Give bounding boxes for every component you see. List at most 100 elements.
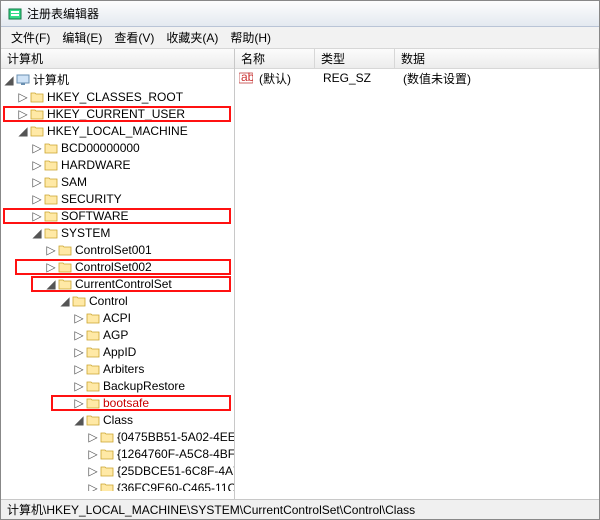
tree-item[interactable]: ▷ AGP xyxy=(3,326,234,343)
tree-item-label: AGP xyxy=(103,328,128,342)
tree-item[interactable]: ▷ SECURITY xyxy=(3,190,234,207)
expander-icon[interactable]: ◢ xyxy=(17,125,29,137)
tree-item-label: {1264760F-A5C8-4BFE-B314-D56A7B xyxy=(117,447,234,461)
folder-icon xyxy=(100,447,114,461)
menu-bar: 文件(F) 编辑(E) 查看(V) 收藏夹(A) 帮助(H) xyxy=(1,27,599,49)
tree-item[interactable]: ▷ {1264760F-A5C8-4BFE-B314-D56A7B xyxy=(3,445,234,462)
tree-header[interactable]: 计算机 xyxy=(1,49,234,69)
tree-item[interactable]: ◢HKEY_LOCAL_MACHINE xyxy=(3,122,234,139)
expander-icon[interactable]: ◢ xyxy=(59,295,71,307)
folder-icon xyxy=(86,413,100,427)
expander-icon[interactable]: ▷ xyxy=(45,261,57,273)
col-type[interactable]: 类型 xyxy=(315,49,395,68)
tree-item-label: SECURITY xyxy=(61,192,122,206)
tree-item[interactable]: ▷HKEY_CLASSES_ROOT xyxy=(3,88,234,105)
expander-icon[interactable]: ◢ xyxy=(3,74,15,86)
tree-item[interactable]: ◢Class xyxy=(3,411,234,428)
expander-icon[interactable]: ▷ xyxy=(31,193,43,205)
tree-item[interactable]: ▷ AppID xyxy=(3,343,234,360)
expander-icon[interactable]: ▷ xyxy=(17,108,29,120)
tree-item[interactable]: ▷ HARDWARE xyxy=(3,156,234,173)
expander-icon[interactable]: ▷ xyxy=(73,397,85,409)
tree-item-label: SYSTEM xyxy=(61,226,110,240)
expander-icon[interactable]: ▷ xyxy=(73,380,85,392)
tree-item[interactable]: ◢ Control xyxy=(3,292,234,309)
tree-item[interactable]: ▷{25DBCE51-6C8F-4A72-8A6D-B54C2 xyxy=(3,462,234,479)
expander-icon[interactable]: ▷ xyxy=(73,329,85,341)
string-value-icon: ab xyxy=(239,71,253,85)
tree-item[interactable]: ▷ {36FC9E60-C465-11CF-8056-44453 xyxy=(3,479,234,491)
tree-item[interactable]: ▷ SOFTWARE xyxy=(3,207,234,224)
menu-file[interactable]: 文件(F) xyxy=(5,27,56,48)
folder-icon xyxy=(44,141,58,155)
expander-icon[interactable]: ▷ xyxy=(73,346,85,358)
folder-icon xyxy=(44,226,58,240)
list-columns: 名称 类型 数据 xyxy=(235,49,599,69)
tree-item[interactable]: ▷HKEY_CURRENT_USER xyxy=(3,105,234,122)
main-split: 计算机 ◢计算机▷HKEY_CLASSES_ROOT▷HKEY_CURRENT_… xyxy=(1,49,599,499)
tree-item-label: bootsafe xyxy=(103,396,149,410)
list-row[interactable]: ab (默认) REG_SZ (数值未设置) xyxy=(235,69,599,87)
tree-item[interactable]: ▷ bootsafe xyxy=(3,394,234,411)
tree-item[interactable]: ◢ 计算机 xyxy=(3,71,234,88)
status-bar: 计算机\HKEY_LOCAL_MACHINE\SYSTEM\CurrentCon… xyxy=(1,499,599,519)
folder-icon xyxy=(86,396,100,410)
tree-item-label: AppID xyxy=(103,345,136,359)
expander-icon[interactable]: ▷ xyxy=(31,142,43,154)
expander-icon[interactable]: ▷ xyxy=(87,448,99,460)
expander-icon[interactable]: ▷ xyxy=(31,176,43,188)
expander-icon[interactable]: ◢ xyxy=(73,414,85,426)
app-icon xyxy=(7,6,23,22)
col-name[interactable]: 名称 xyxy=(235,49,315,68)
folder-icon xyxy=(58,243,72,257)
cell-data: (数值未设置) xyxy=(397,70,471,87)
tree-item[interactable]: ▷ControlSet002 xyxy=(3,258,234,275)
expander-icon[interactable]: ▷ xyxy=(31,210,43,222)
tree-item[interactable]: ▷ Arbiters xyxy=(3,360,234,377)
menu-help[interactable]: 帮助(H) xyxy=(224,27,277,48)
computer-icon xyxy=(16,73,30,87)
menu-view[interactable]: 查看(V) xyxy=(108,27,160,48)
tree-item[interactable]: ▷ControlSet001 xyxy=(3,241,234,258)
title-bar: 注册表编辑器 xyxy=(1,1,599,27)
tree-item-label: SAM xyxy=(61,175,87,189)
col-data[interactable]: 数据 xyxy=(395,49,599,68)
folder-icon xyxy=(30,124,44,138)
folder-icon xyxy=(44,158,58,172)
folder-icon xyxy=(86,362,100,376)
tree-item-label: SOFTWARE xyxy=(61,209,129,223)
cell-name: (默认) xyxy=(253,70,317,87)
tree-item[interactable]: ▷BCD00000000 xyxy=(3,139,234,156)
tree-item-label: 计算机 xyxy=(33,71,69,88)
folder-icon xyxy=(30,107,44,121)
tree-item[interactable]: ▷{0475BB51-5A02-4EE0-B36C-29040F xyxy=(3,428,234,445)
tree-item[interactable]: ▷ SAM xyxy=(3,173,234,190)
tree-body[interactable]: ◢ 计算机▷HKEY_CLASSES_ROOT▷HKEY_CURRENT_USER… xyxy=(1,69,234,491)
expander-icon[interactable]: ▷ xyxy=(45,244,57,256)
expander-icon[interactable]: ◢ xyxy=(45,278,57,290)
tree-item-label: Arbiters xyxy=(103,362,144,376)
tree-item-label: Control xyxy=(89,294,128,308)
tree-item-label: {36FC9E60-C465-11CF-8056-44453 xyxy=(117,481,234,492)
expander-icon[interactable]: ▷ xyxy=(87,431,99,443)
expander-icon[interactable]: ▷ xyxy=(73,363,85,375)
expander-icon[interactable]: ◢ xyxy=(31,227,43,239)
expander-icon[interactable]: ▷ xyxy=(73,312,85,324)
tree-item[interactable]: ◢ SYSTEM xyxy=(3,224,234,241)
expander-icon[interactable]: ▷ xyxy=(31,159,43,171)
expander-icon[interactable]: ▷ xyxy=(17,91,29,103)
expander-icon[interactable]: ▷ xyxy=(87,482,99,492)
expander-icon[interactable]: ▷ xyxy=(87,465,99,477)
cell-type: REG_SZ xyxy=(317,71,397,85)
tree-item[interactable]: ▷ACPI xyxy=(3,309,234,326)
tree-item-label: HARDWARE xyxy=(61,158,131,172)
menu-edit[interactable]: 编辑(E) xyxy=(56,27,108,48)
menu-favorites[interactable]: 收藏夹(A) xyxy=(160,27,224,48)
tree-panel: 计算机 ◢计算机▷HKEY_CLASSES_ROOT▷HKEY_CURRENT_… xyxy=(1,49,235,499)
folder-icon xyxy=(72,294,86,308)
tree-item[interactable]: ◢CurrentControlSet xyxy=(3,275,234,292)
tree-item-label: BackupRestore xyxy=(103,379,185,393)
folder-icon xyxy=(86,311,100,325)
tree-item[interactable]: ▷ BackupRestore xyxy=(3,377,234,394)
folder-icon xyxy=(44,209,58,223)
